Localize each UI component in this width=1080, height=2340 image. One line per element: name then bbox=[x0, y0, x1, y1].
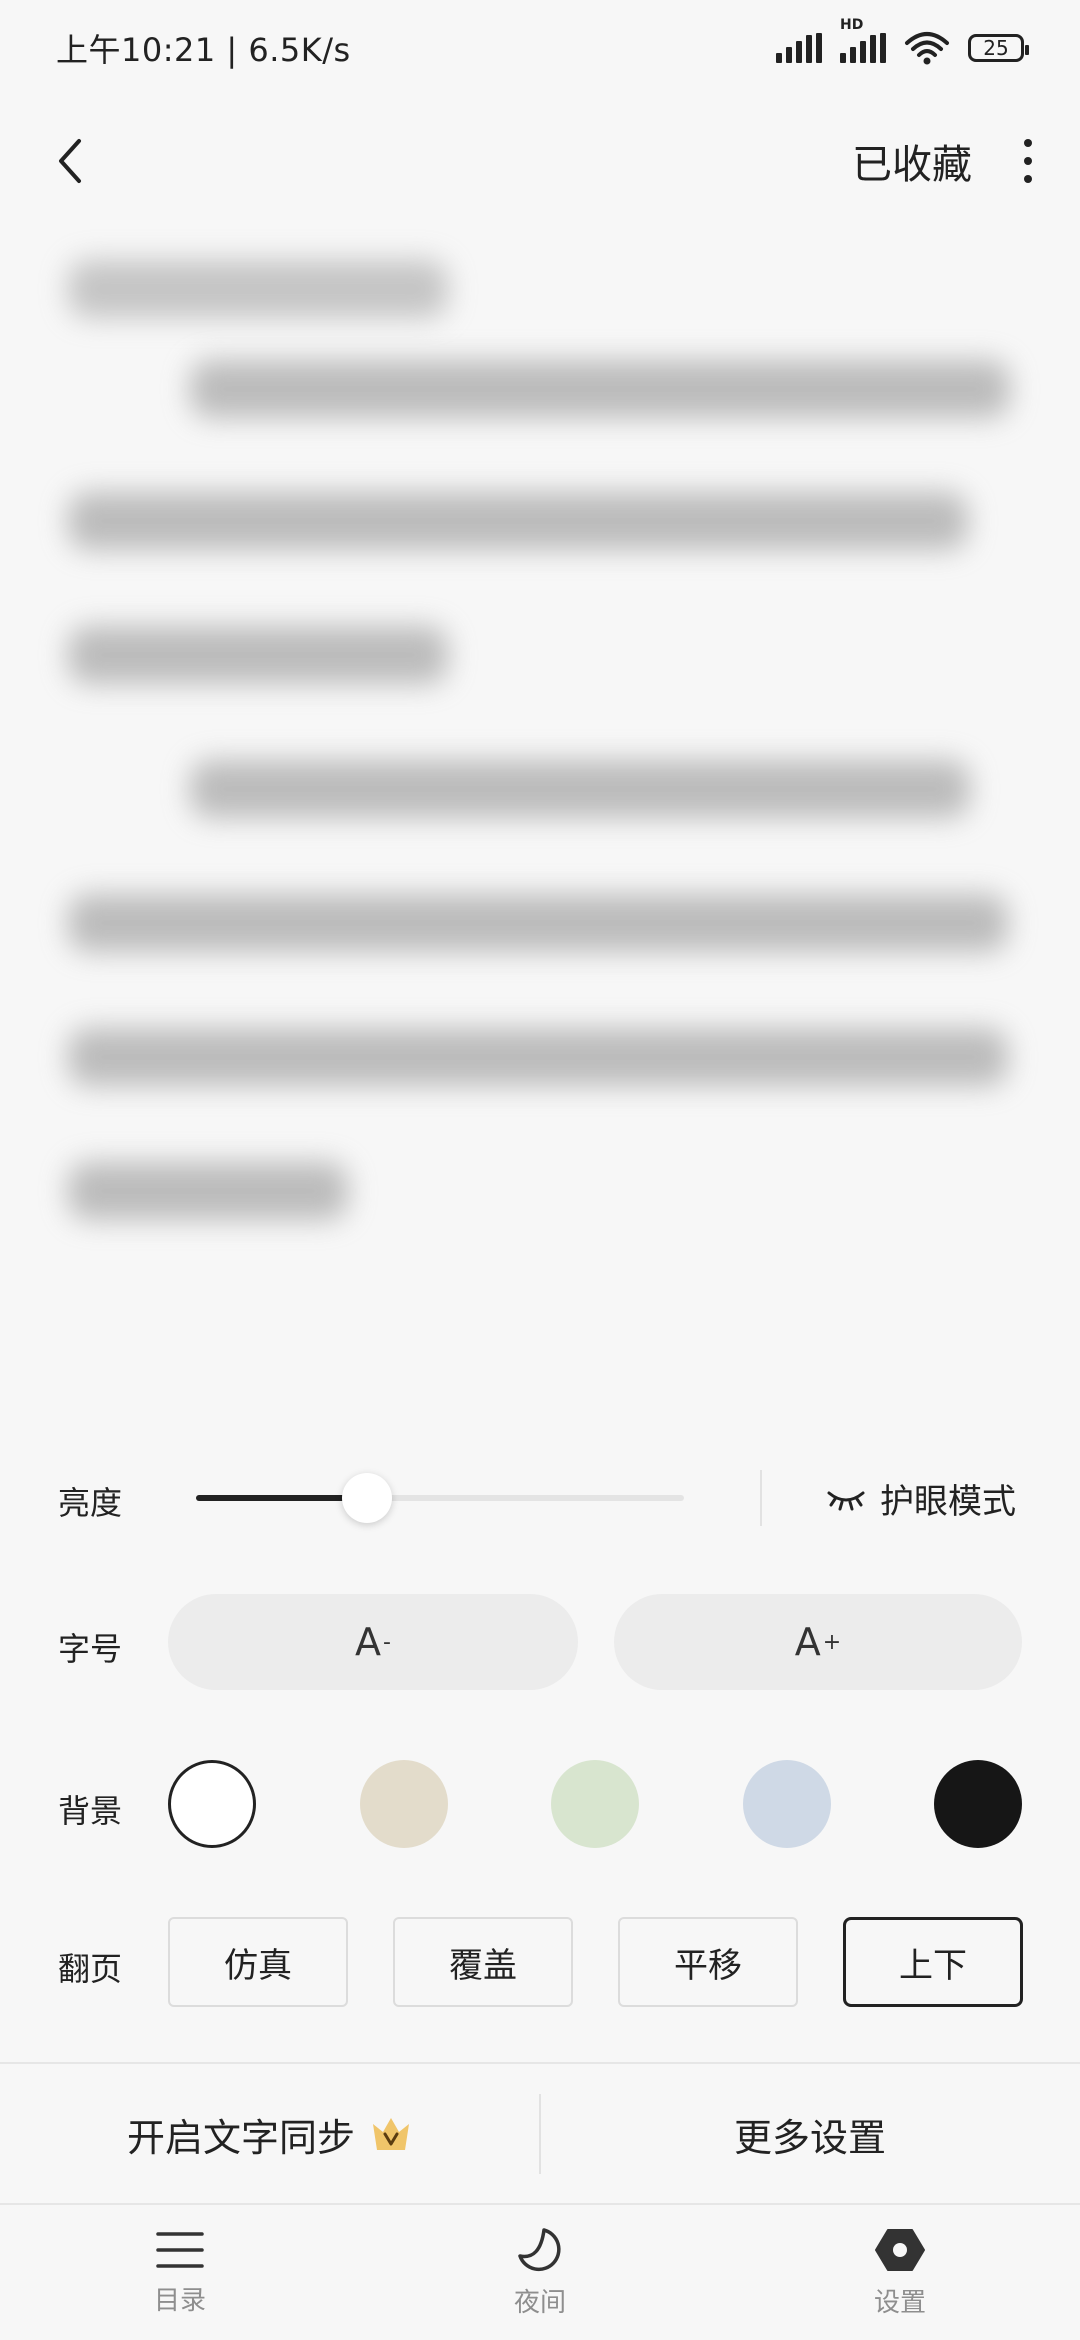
bottom-nav: 目录 夜间 设置 bbox=[0, 2205, 1080, 2340]
blurred-line bbox=[68, 1028, 1008, 1086]
brightness-slider-thumb[interactable] bbox=[341, 1473, 392, 1523]
background-label: 背景 bbox=[58, 1792, 123, 1830]
background-swatch-black[interactable] bbox=[934, 1760, 1022, 1848]
page-turn-vertical-button[interactable]: 上下 bbox=[843, 1917, 1023, 2007]
back-button[interactable] bbox=[40, 131, 100, 191]
hd-signal-icon: HD bbox=[840, 17, 886, 63]
text-sync-label: 开启文字同步 bbox=[126, 2115, 355, 2160]
hd-label: HD bbox=[840, 17, 864, 33]
font-decrease-sup: - bbox=[383, 1629, 391, 1655]
wifi-icon bbox=[905, 32, 949, 65]
background-swatch-white[interactable] bbox=[168, 1760, 256, 1848]
font-size-label: 字号 bbox=[58, 1630, 123, 1668]
status-icons: HD 25 bbox=[776, 17, 1029, 65]
back-arrow-icon bbox=[59, 139, 81, 183]
status-time-speed: 上午10:21 | 6.5K/s bbox=[56, 31, 351, 69]
signal-icon bbox=[776, 33, 822, 63]
nav-item-night[interactable]: 夜间 bbox=[360, 2205, 720, 2340]
page-turn-simulation-button[interactable]: 仿真 bbox=[168, 1917, 348, 2007]
blurred-line bbox=[68, 1162, 348, 1220]
more-settings-button[interactable]: 更多设置 bbox=[540, 2064, 1080, 2204]
more-settings-label: 更多设置 bbox=[733, 2115, 886, 2160]
blurred-line bbox=[190, 760, 970, 818]
collected-button[interactable]: 已收藏 bbox=[852, 132, 972, 190]
text-sync-button[interactable]: 开启文字同步 bbox=[0, 2064, 540, 2204]
blurred-line bbox=[68, 626, 448, 684]
dot-icon bbox=[1024, 157, 1032, 165]
reader-page: 上午10:21 | 6.5K/s HD 25 已收藏 亮度 护眼模式 字号 A … bbox=[0, 0, 1080, 2340]
brightness-label: 亮度 bbox=[58, 1484, 123, 1522]
brightness-slider[interactable] bbox=[196, 1473, 684, 1523]
font-increase-sup: + bbox=[822, 1629, 842, 1655]
top-bar: 已收藏 bbox=[0, 96, 1080, 226]
page-turn-slide-button[interactable]: 平移 bbox=[618, 1917, 798, 2007]
font-increase-label: A bbox=[794, 1620, 821, 1664]
blurred-line bbox=[190, 360, 1010, 418]
nav-label-night: 夜间 bbox=[513, 2288, 566, 2318]
blurred-line bbox=[68, 492, 968, 550]
font-decrease-button[interactable]: A- bbox=[168, 1594, 578, 1690]
top-right-actions: 已收藏 bbox=[852, 131, 1040, 191]
reading-content-blurred bbox=[60, 230, 1020, 1350]
nav-item-catalog[interactable]: 目录 bbox=[0, 2205, 360, 2340]
font-increase-button[interactable]: A + bbox=[614, 1594, 1022, 1690]
background-swatch-beige[interactable] bbox=[360, 1760, 448, 1848]
dot-icon bbox=[1024, 175, 1032, 183]
moon-icon bbox=[518, 2228, 561, 2272]
font-decrease-label: A bbox=[355, 1620, 382, 1664]
more-options-button[interactable] bbox=[1016, 131, 1040, 191]
background-swatch-blue[interactable] bbox=[743, 1760, 831, 1848]
page-turn-cover-button[interactable]: 覆盖 bbox=[393, 1917, 573, 2007]
page-turn-label: 翻页 bbox=[58, 1950, 123, 1988]
battery-icon: 25 bbox=[968, 34, 1029, 62]
eye-protection-toggle[interactable]: 护眼模式 bbox=[826, 1474, 1016, 1523]
blurred-line bbox=[68, 260, 448, 318]
brightness-divider bbox=[760, 1470, 762, 1526]
nav-label-settings: 设置 bbox=[873, 2288, 926, 2318]
eye-closed-icon bbox=[827, 1491, 865, 1510]
settings-hexagon-icon bbox=[875, 2229, 925, 2271]
nav-item-settings[interactable]: 设置 bbox=[720, 2205, 1080, 2340]
crown-icon bbox=[373, 2118, 409, 2150]
nav-label-catalog: 目录 bbox=[153, 2286, 206, 2316]
blurred-line bbox=[68, 894, 1008, 952]
menu-icon bbox=[156, 2232, 204, 2268]
background-swatch-green[interactable] bbox=[551, 1760, 639, 1848]
eye-mode-label: 护眼模式 bbox=[880, 1482, 1016, 1522]
dot-icon bbox=[1024, 139, 1032, 147]
status-bar: 上午10:21 | 6.5K/s HD 25 bbox=[0, 0, 1080, 96]
